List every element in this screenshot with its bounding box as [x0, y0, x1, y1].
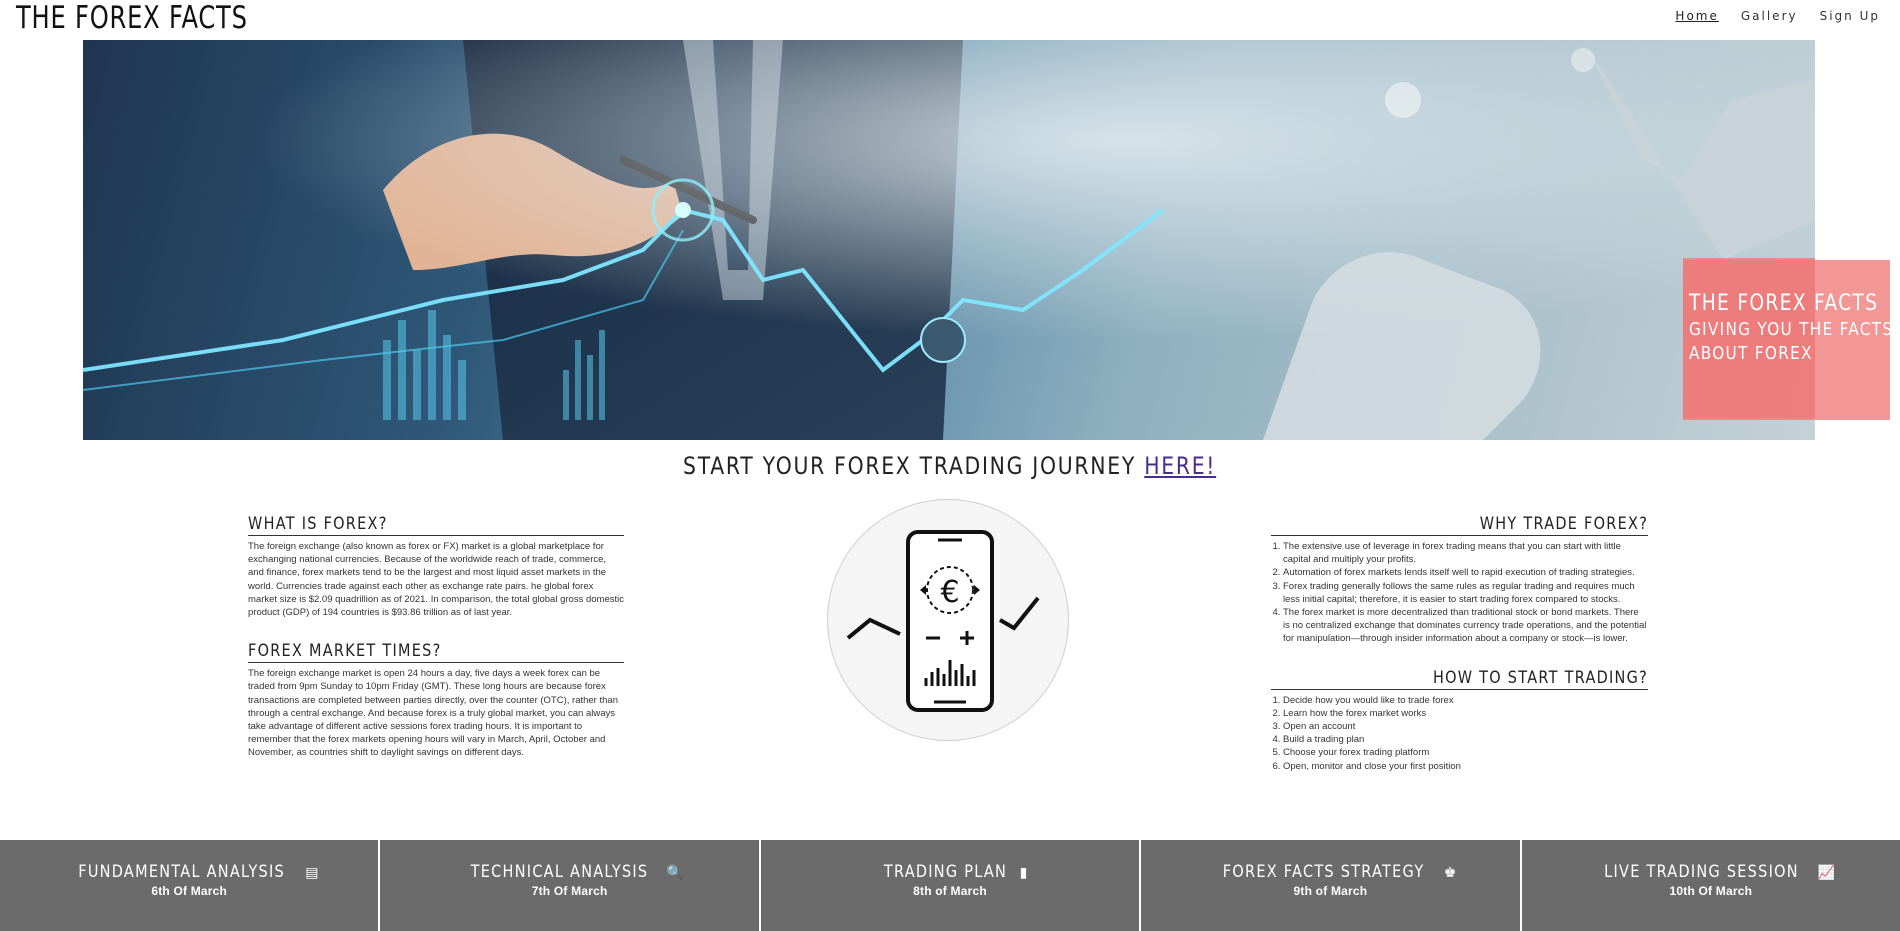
tile-forex-facts-strategy[interactable]: FOREX FACTS STRATEGY ♚ 9th of March	[1141, 840, 1520, 931]
how-to-start-list: Decide how you would like to trade forex…	[1271, 694, 1648, 773]
list-item: Build a trading plan	[1283, 733, 1648, 746]
why-trade-forex-heading: WHY TRADE FOREX?	[1271, 514, 1648, 536]
list-item: Open an account	[1283, 720, 1648, 733]
main-nav: Home Gallery Sign Up	[1675, 9, 1880, 23]
svg-text:€: €	[940, 575, 959, 610]
tile-title: TRADING PLAN	[883, 862, 1007, 882]
tile-live-trading-session[interactable]: LIVE TRADING SESSION 📈 10th Of March	[1521, 840, 1900, 931]
list-item: Choose your forex trading platform	[1283, 746, 1648, 759]
list-item: Forex trading generally follows the same…	[1283, 580, 1648, 606]
tile-technical-analysis[interactable]: TECHNICAL ANALYSIS 🔍 7th Of March	[380, 840, 759, 931]
nav-sign-up[interactable]: Sign Up	[1820, 9, 1880, 23]
tile-title: FOREX FACTS STRATEGY	[1222, 862, 1424, 882]
list-item: Open, monitor and close your first posit…	[1283, 760, 1648, 773]
newspaper-icon: ▤	[305, 864, 319, 880]
what-is-forex-body: The foreign exchange (also known as fore…	[248, 541, 624, 619]
list-item: The extensive use of leverage in forex t…	[1283, 540, 1648, 566]
left-column: WHAT IS FOREX? The foreign exchange (als…	[248, 514, 624, 760]
tile-date: 8th of March	[913, 884, 987, 898]
hero-caption-title: THE FOREX FACTS	[1689, 291, 1879, 316]
tile-trading-plan[interactable]: TRADING PLAN ▮ 8th of March	[760, 840, 1140, 931]
tile-title: FUNDAMENTAL ANALYSIS	[78, 862, 285, 882]
market-times-heading: FOREX MARKET TIMES?	[248, 641, 624, 664]
hero-banner	[83, 40, 1815, 440]
what-is-forex-heading: WHAT IS FOREX?	[248, 514, 624, 536]
list-item: Learn how the forex market works	[1283, 707, 1648, 720]
tile-title: TECHNICAL ANALYSIS	[471, 862, 649, 882]
list-item: Decide how you would like to trade forex	[1283, 694, 1648, 707]
tile-date: 6th Of March	[151, 884, 228, 898]
cta-link[interactable]: HERE!	[1145, 452, 1217, 480]
tile-title: LIVE TRADING SESSION	[1603, 862, 1799, 882]
cta-heading: START YOUR FOREX TRADING JOURNEY HERE!	[0, 452, 1900, 480]
phone-currency-icon: €	[846, 530, 1040, 712]
hero-caption-subtitle-2: ABOUT FOREX	[1689, 343, 1813, 364]
phone-illustration: €	[827, 499, 1069, 741]
nav-gallery[interactable]: Gallery	[1741, 9, 1798, 23]
tile-date: 10th Of March	[1669, 884, 1753, 898]
header: THE FOREX FACTS Home Gallery Sign Up	[0, 0, 1900, 40]
hero-caption: THE FOREX FACTS GIVING YOU THE FACTS ABO…	[1683, 260, 1894, 420]
why-trade-list: The extensive use of leverage in forex t…	[1271, 540, 1648, 646]
tile-date: 7th Of March	[531, 884, 608, 898]
list-item: Automation of forex markets lends itself…	[1283, 566, 1648, 579]
cta-text: START YOUR FOREX TRADING JOURNEY	[683, 452, 1145, 480]
list-item: The forex market is more decentralized t…	[1283, 606, 1648, 646]
tile-fundamental-analysis[interactable]: FUNDAMENTAL ANALYSIS ▤ 6th Of March	[0, 840, 379, 931]
chess-icon: ♚	[1443, 864, 1457, 880]
market-times-body: The foreign exchange market is open 24 h…	[248, 668, 618, 759]
chart-line-icon: 📈	[1817, 864, 1836, 880]
tile-date: 9th of March	[1293, 884, 1368, 898]
hero-caption-subtitle-1: GIVING YOU THE FACTS	[1689, 319, 1894, 340]
hero-image	[83, 40, 1815, 440]
nav-home[interactable]: Home	[1675, 9, 1718, 23]
event-tiles: FUNDAMENTAL ANALYSIS ▤ 6th Of March TECHN…	[0, 840, 1900, 931]
site-logo[interactable]: THE FOREX FACTS	[16, 0, 248, 36]
book-icon: ▮	[1019, 864, 1028, 880]
right-column: WHY TRADE FOREX? The extensive use of le…	[1271, 514, 1648, 773]
how-to-start-heading: HOW TO START TRADING?	[1271, 668, 1648, 690]
search-icon: 🔍	[666, 864, 684, 880]
